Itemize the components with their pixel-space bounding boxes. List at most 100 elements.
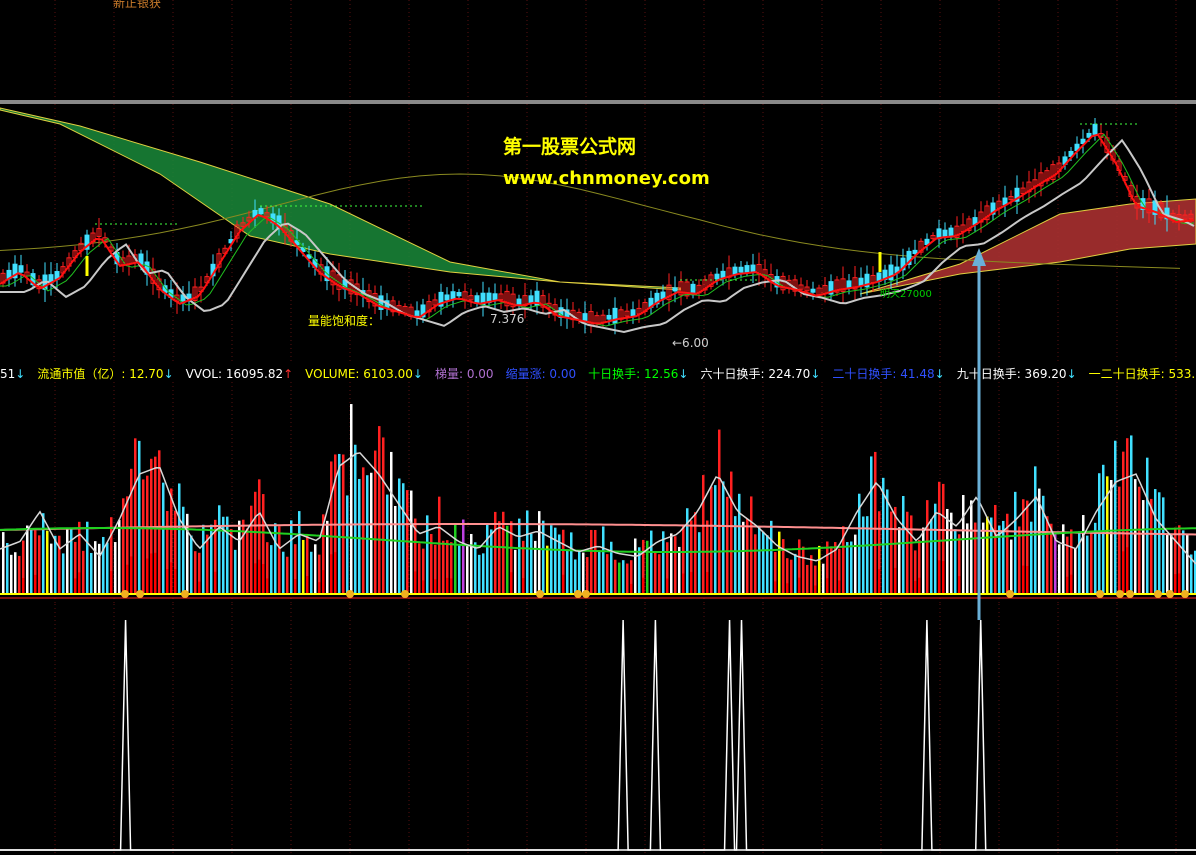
volume-bar bbox=[42, 513, 45, 594]
volume-bar bbox=[758, 527, 761, 594]
volume-bar bbox=[1018, 526, 1021, 594]
indicator-value: : 16095.82 bbox=[217, 367, 284, 381]
volume-bar-base bbox=[914, 580, 917, 594]
indicator-value: : 12.70 bbox=[121, 367, 164, 381]
volume-bar bbox=[38, 535, 41, 594]
volume-bar bbox=[138, 440, 141, 594]
indicator-item: VOLUME: 6103.00↓ bbox=[305, 367, 423, 381]
volume-bar bbox=[874, 451, 877, 594]
candle-body bbox=[912, 249, 918, 255]
volume-bar bbox=[370, 472, 373, 594]
indicator-label: 51 bbox=[0, 367, 16, 381]
indicator-item: 流通市值（亿）: 12.70↓ bbox=[37, 367, 173, 381]
volume-bar bbox=[202, 524, 205, 594]
volume-bar bbox=[70, 528, 73, 594]
volume-bar bbox=[750, 496, 753, 594]
volume-bar bbox=[50, 543, 53, 594]
volume-bar-base bbox=[1122, 551, 1125, 594]
signal-line bbox=[0, 619, 1196, 851]
volume-bar bbox=[570, 532, 573, 594]
volume-bar bbox=[746, 518, 749, 594]
candle-body bbox=[18, 265, 24, 273]
candle-body bbox=[942, 229, 948, 237]
volume-bar bbox=[378, 426, 381, 594]
top-label: 新正银获 bbox=[113, 0, 162, 10]
volume-panel[interactable] bbox=[0, 382, 1196, 604]
volume-bar bbox=[926, 500, 929, 594]
volume-bar bbox=[710, 486, 713, 594]
candle-body bbox=[492, 293, 498, 301]
volume-bar bbox=[398, 478, 401, 594]
volume-dot-marker bbox=[136, 590, 144, 598]
volume-bar bbox=[386, 494, 389, 594]
indicator-item: VVOL: 16095.82↑ bbox=[186, 367, 294, 381]
indicator-value: : 41.48 bbox=[892, 367, 935, 381]
volume-bar-base bbox=[1174, 574, 1177, 594]
volume-bar bbox=[106, 542, 109, 594]
volume-bar bbox=[654, 550, 657, 594]
volume-bar bbox=[470, 533, 473, 594]
volume-bar-base bbox=[414, 571, 417, 594]
volume-bar-base bbox=[562, 574, 565, 594]
volume-bar bbox=[762, 531, 765, 594]
volume-bar bbox=[1082, 515, 1085, 594]
volume-bar bbox=[606, 554, 609, 594]
volume-bar bbox=[498, 521, 501, 594]
volume-bar bbox=[542, 520, 545, 594]
volume-bar bbox=[778, 531, 781, 594]
indicator-arrow: ↓ bbox=[15, 367, 26, 381]
volume-bar bbox=[134, 438, 137, 594]
indicator-item: 梯量: 0.00 bbox=[435, 367, 494, 381]
volume-bar bbox=[2, 532, 5, 594]
volume-bar-base bbox=[642, 577, 645, 594]
volume-bar bbox=[854, 534, 857, 594]
volume-bar bbox=[970, 500, 973, 594]
volume-bar bbox=[1014, 491, 1017, 594]
volume-bar bbox=[734, 516, 737, 594]
volume-bar bbox=[702, 475, 705, 594]
volume-bar bbox=[550, 525, 553, 594]
volume-bar bbox=[626, 563, 629, 594]
volume-bar bbox=[650, 530, 653, 594]
volume-bar bbox=[886, 489, 889, 594]
volume-bar-base bbox=[170, 562, 173, 594]
volume-bar bbox=[810, 555, 813, 594]
volume-bar-base bbox=[878, 569, 881, 594]
signal-panel[interactable] bbox=[0, 604, 1196, 855]
volume-chart[interactable] bbox=[0, 382, 1196, 604]
volume-bar bbox=[662, 531, 665, 594]
red-ma-band bbox=[859, 198, 1196, 295]
volume-bar bbox=[218, 505, 221, 594]
volume-bar bbox=[142, 479, 145, 594]
volume-dot-marker bbox=[536, 590, 544, 598]
volume-bar bbox=[994, 504, 997, 594]
volume-dot-marker bbox=[1116, 590, 1124, 598]
volume-bar bbox=[278, 526, 281, 594]
indicator-item: 十日换手: 12.56↓ bbox=[588, 367, 688, 381]
volume-bar-base bbox=[838, 580, 841, 594]
volume-bar-base bbox=[334, 552, 337, 594]
top-grid bbox=[54, 0, 1177, 100]
volume-bar bbox=[114, 542, 117, 594]
volume-bar bbox=[678, 546, 681, 594]
volume-bar bbox=[62, 553, 65, 594]
volume-bar bbox=[1086, 535, 1089, 594]
volume-dot-marker bbox=[121, 590, 129, 598]
indicator-arrow: ↓ bbox=[163, 367, 174, 381]
volume-bar bbox=[726, 496, 729, 594]
volume-bar-base bbox=[918, 577, 921, 594]
volume-bar bbox=[86, 521, 89, 594]
volume-bar-base bbox=[214, 571, 217, 594]
volume-bar bbox=[1170, 533, 1173, 594]
volume-bar bbox=[10, 554, 13, 594]
volume-bar bbox=[302, 539, 305, 594]
volume-dot-marker bbox=[1126, 590, 1134, 598]
indicator-item: 九十日换手: 369.20↓ bbox=[957, 367, 1077, 381]
indicator-label: 十日换手 bbox=[588, 367, 637, 381]
indicator-label: 流通市值（亿） bbox=[37, 367, 122, 381]
volume-bar-base bbox=[682, 573, 685, 594]
volume-bar bbox=[58, 535, 61, 594]
signal-chart[interactable] bbox=[0, 604, 1196, 855]
volume-bar bbox=[1074, 547, 1077, 594]
volume-bar-base bbox=[258, 559, 261, 594]
